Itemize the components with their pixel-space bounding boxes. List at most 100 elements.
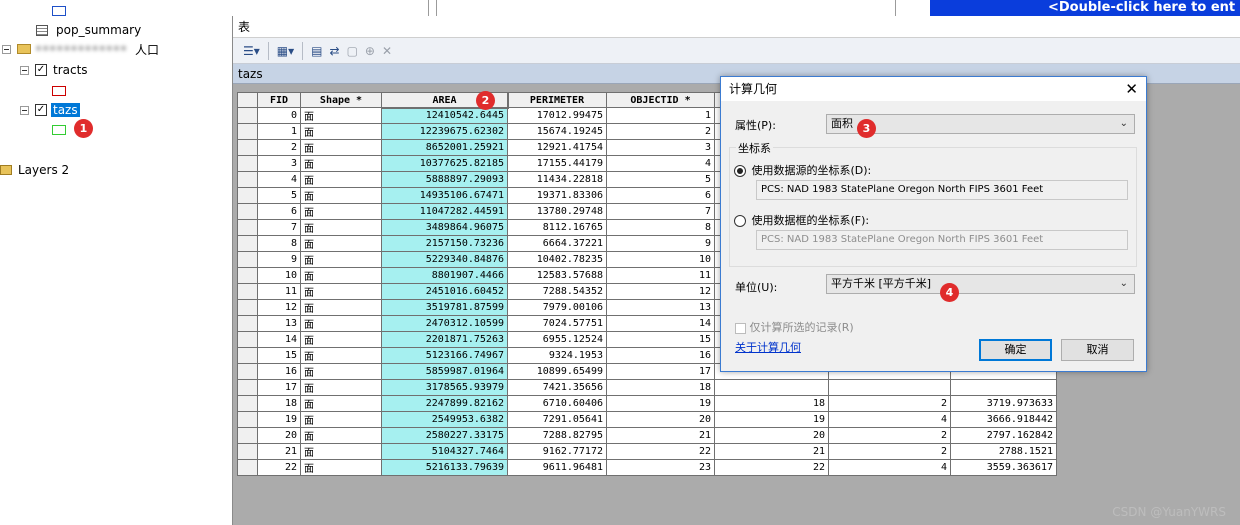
cell-objectid[interactable]: 18 (606, 379, 715, 396)
table-options-icon[interactable]: ☰▾ (241, 42, 262, 60)
layout-text-prompt[interactable]: <Double-click here to ent (930, 0, 1240, 16)
cell-fid[interactable]: 10 (257, 267, 301, 284)
cell-area[interactable]: 2247899.82162 (381, 395, 508, 412)
table-row[interactable]: 21 面 5104327.7464 9162.77172 22 21 2 2788.1521 (237, 443, 1057, 460)
cell-shape[interactable]: 面 (300, 187, 382, 204)
cell-fid[interactable]: 3 (257, 155, 301, 172)
selected-only-checkbox[interactable] (735, 322, 746, 334)
row-selector[interactable] (237, 331, 258, 348)
row-selector[interactable] (237, 251, 258, 268)
row-selector[interactable] (237, 411, 258, 428)
cell-shape[interactable]: 面 (300, 331, 382, 348)
cell-fid[interactable]: 2 (257, 139, 301, 156)
cell-perimeter[interactable]: 7421.35656 (507, 379, 607, 396)
cell-objectid[interactable]: 9 (606, 235, 715, 252)
about-calculate-geometry-link[interactable]: 关于计算几何 (735, 339, 801, 355)
row-selector[interactable] (237, 267, 258, 284)
column-header-perimeter[interactable]: PERIMETER (507, 92, 607, 108)
collapse-icon[interactable] (20, 105, 29, 115)
cell-objectid[interactable]: 11 (606, 267, 715, 284)
collapse-icon[interactable] (20, 65, 29, 75)
cell-fid[interactable]: 19 (257, 411, 301, 428)
cell-shape[interactable]: 面 (300, 235, 382, 252)
cell-hidden-1[interactable] (714, 379, 829, 396)
cell-perimeter[interactable]: 17012.99475 (507, 107, 607, 124)
cell-objectid[interactable]: 3 (606, 139, 715, 156)
row-selector[interactable] (237, 219, 258, 236)
cell-area[interactable]: 10377625.82185 (381, 155, 508, 172)
cell-shape[interactable]: 面 (300, 379, 382, 396)
row-selector[interactable] (237, 459, 258, 476)
cell-fid[interactable]: 20 (257, 427, 301, 444)
cell-hidden-3[interactable]: 2788.1521 (950, 443, 1057, 460)
toc-item-pop-summary[interactable]: pop_summary (36, 21, 141, 39)
cell-hidden-2[interactable]: 4 (828, 411, 951, 428)
cell-perimeter[interactable]: 6955.12524 (507, 331, 607, 348)
cell-perimeter[interactable]: 7024.57751 (507, 315, 607, 332)
cell-hidden-1[interactable]: 20 (714, 427, 829, 444)
cell-fid[interactable]: 6 (257, 203, 301, 220)
cell-fid[interactable]: 5 (257, 187, 301, 204)
cell-perimeter[interactable]: 9611.96481 (507, 459, 607, 476)
cell-area[interactable]: 5888897.29093 (381, 171, 508, 188)
cell-perimeter[interactable]: 11434.22818 (507, 171, 607, 188)
cell-fid[interactable]: 17 (257, 379, 301, 396)
cell-objectid[interactable]: 5 (606, 171, 715, 188)
cell-area[interactable]: 8801907.4466 (381, 267, 508, 284)
cell-shape[interactable]: 面 (300, 363, 382, 380)
cell-hidden-3[interactable]: 2797.162842 (950, 427, 1057, 444)
cell-area[interactable]: 3489864.96075 (381, 219, 508, 236)
cell-hidden-2[interactable]: 4 (828, 459, 951, 476)
cell-area[interactable]: 2470312.10599 (381, 315, 508, 332)
cell-perimeter[interactable]: 12583.57688 (507, 267, 607, 284)
cell-area[interactable]: 3178565.93979 (381, 379, 508, 396)
cell-area[interactable]: 2580227.33175 (381, 427, 508, 444)
cell-perimeter[interactable]: 6664.37221 (507, 235, 607, 252)
select-by-attributes-icon[interactable]: ▤ (309, 42, 324, 60)
cell-objectid[interactable]: 7 (606, 203, 715, 220)
cell-fid[interactable]: 12 (257, 299, 301, 316)
cell-objectid[interactable]: 16 (606, 347, 715, 364)
cell-area[interactable]: 5123166.74967 (381, 347, 508, 364)
switch-selection-icon[interactable]: ⇄ (328, 42, 342, 60)
row-selector[interactable] (237, 427, 258, 444)
cancel-button[interactable]: 取消 (1061, 339, 1134, 361)
cell-shape[interactable]: 面 (300, 443, 382, 460)
cell-fid[interactable]: 16 (257, 363, 301, 380)
row-selector[interactable] (237, 443, 258, 460)
cell-hidden-2[interactable] (828, 379, 951, 396)
row-selector[interactable] (237, 363, 258, 380)
column-header-shape[interactable]: Shape * (300, 92, 382, 108)
cell-shape[interactable]: 面 (300, 251, 382, 268)
cell-objectid[interactable]: 12 (606, 283, 715, 300)
clear-selection-icon[interactable]: ▢ (345, 42, 360, 60)
cell-fid[interactable]: 1 (257, 123, 301, 140)
table-row[interactable]: 22 面 5216133.79639 9611.96481 23 22 4 3559.3636… (237, 459, 1057, 476)
row-selector[interactable] (237, 155, 258, 172)
column-header-fid[interactable]: FID (257, 92, 301, 108)
cell-shape[interactable]: 面 (300, 139, 382, 156)
cell-perimeter[interactable]: 6710.60406 (507, 395, 607, 412)
toc-data-frame-layers2[interactable]: Layers 2 (0, 161, 69, 179)
cell-objectid[interactable]: 22 (606, 443, 715, 460)
cell-hidden-2[interactable]: 2 (828, 395, 951, 412)
cell-hidden-1[interactable]: 22 (714, 459, 829, 476)
cell-objectid[interactable]: 1 (606, 107, 715, 124)
cell-perimeter[interactable]: 8112.16765 (507, 219, 607, 236)
row-selector[interactable] (237, 203, 258, 220)
table-row[interactable]: 19 面 2549953.6382 7291.05641 20 19 4 3666.91844… (237, 411, 1057, 428)
cell-shape[interactable]: 面 (300, 347, 382, 364)
toc-layer-tracts[interactable]: ✓ tracts (20, 61, 88, 79)
cell-shape[interactable]: 面 (300, 171, 382, 188)
cell-shape[interactable]: 面 (300, 267, 382, 284)
row-selector[interactable] (237, 107, 258, 124)
cell-shape[interactable]: 面 (300, 283, 382, 300)
cell-hidden-3[interactable]: 3559.363617 (950, 459, 1057, 476)
cell-objectid[interactable]: 20 (606, 411, 715, 428)
cell-shape[interactable]: 面 (300, 155, 382, 172)
cell-shape[interactable]: 面 (300, 395, 382, 412)
cell-area[interactable]: 2549953.6382 (381, 411, 508, 428)
cell-objectid[interactable]: 21 (606, 427, 715, 444)
cell-perimeter[interactable]: 7288.54352 (507, 283, 607, 300)
cell-objectid[interactable]: 23 (606, 459, 715, 476)
